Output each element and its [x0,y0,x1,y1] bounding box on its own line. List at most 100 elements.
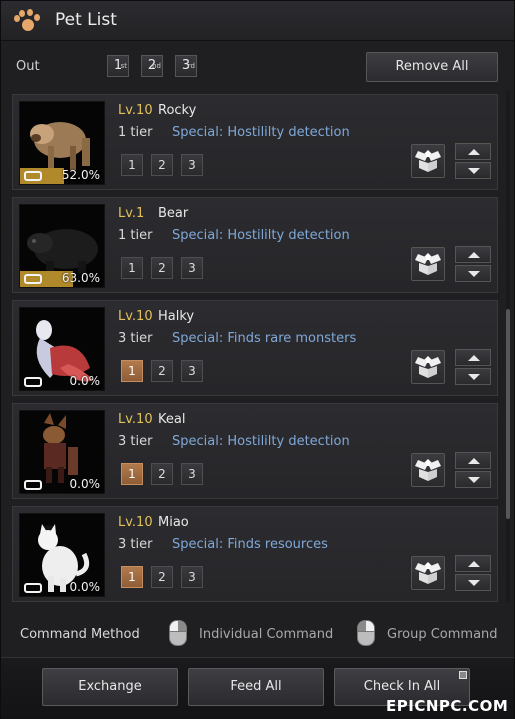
food-bowl-icon [24,274,42,284]
assign-slot-1-button[interactable]: 1 [121,257,143,279]
arrow-up-icon [468,149,480,155]
arrow-down-icon [468,580,480,586]
out-slot-2-button[interactable]: 2nd [141,55,163,77]
assign-slot-2-button[interactable]: 2 [151,154,173,176]
open-box-icon [415,150,441,172]
release-box-button[interactable] [411,247,445,281]
food-percent: 0.0% [69,580,101,594]
food-percent: 0.0% [69,477,101,491]
open-box-icon [415,356,441,378]
assign-slot-2-button[interactable]: 2 [151,463,173,485]
assign-slot-2-button[interactable]: 2 [151,360,173,382]
pet-name: Miao [158,515,189,530]
assign-slot-2-button[interactable]: 2 [151,566,173,588]
open-box-icon [415,562,441,584]
pet-card[interactable]: 52.0% Lv.10 Rocky 1 tier Special: Hostililty… [12,94,498,190]
pet-list: 52.0% Lv.10 Rocky 1 tier Special: Hostililty… [12,91,508,603]
move-down-button[interactable] [455,574,491,591]
food-bowl-icon [24,377,42,387]
out-label: Out [16,59,40,74]
pet-special: Special: Hostililty detection [172,228,350,243]
pet-tier: 1 tier [118,125,153,140]
arrow-up-icon [468,355,480,361]
release-box-button[interactable] [411,350,445,384]
release-box-button[interactable] [411,556,445,590]
arrow-down-icon [468,271,480,277]
left-mouse-icon [169,620,187,646]
pet-name: Rocky [158,103,197,118]
pet-portrait: 52.0% [19,101,105,185]
pet-level: Lv.10 [118,103,153,118]
pet-special: Special: Finds resources [172,537,328,552]
assign-slot-1-button[interactable]: 1 [121,360,143,382]
individual-command-option[interactable]: Individual Command [199,627,333,642]
assign-slot-3-button[interactable]: 3 [181,360,203,382]
move-up-button[interactable] [455,349,491,366]
pet-level: Lv.10 [118,515,153,530]
watermark: EPICNPC.COM [386,697,509,715]
move-up-button[interactable] [455,555,491,572]
food-percent: 0.0% [69,374,101,388]
out-slot-1-button[interactable]: 1st [107,55,129,77]
release-box-button[interactable] [411,453,445,487]
exchange-button[interactable]: Exchange [42,668,178,706]
pet-tier: 3 tier [118,537,153,552]
move-down-button[interactable] [455,162,491,179]
scrollbar[interactable] [506,91,510,603]
pet-special: Special: Finds rare monsters [172,331,357,346]
assign-slot-2-button[interactable]: 2 [151,257,173,279]
window-title: Pet List [55,10,117,30]
scroll-thumb[interactable] [506,309,510,519]
pet-level: Lv.10 [118,412,153,427]
open-box-icon [415,253,441,275]
arrow-down-icon [468,374,480,380]
food-bowl-icon [24,583,42,593]
pet-level: Lv.1 [118,206,145,221]
pet-special: Special: Hostililty detection [172,125,350,140]
assign-slot-1-button[interactable]: 1 [121,154,143,176]
assign-slot-3-button[interactable]: 3 [181,154,203,176]
arrow-up-icon [468,561,480,567]
pet-card[interactable]: 0.0% Lv.10 Miao 3 tier Special: Finds resour… [12,506,498,602]
popout-icon [459,671,467,679]
pet-special: Special: Hostililty detection [172,434,350,449]
pet-card[interactable]: 63.0% Lv.1 Bear 1 tier Special: Hostililty d… [12,197,498,293]
paw-icon [13,9,41,33]
move-down-button[interactable] [455,265,491,282]
move-down-button[interactable] [455,368,491,385]
assign-slot-3-button[interactable]: 3 [181,566,203,588]
remove-all-button[interactable]: Remove All [366,52,498,82]
command-method-label: Command Method [20,627,140,642]
group-command-option[interactable]: Group Command [387,627,498,642]
open-box-icon [415,459,441,481]
title-bar[interactable]: Pet List [1,1,514,41]
pet-name: Halky [158,309,195,324]
assign-slot-3-button[interactable]: 3 [181,463,203,485]
arrow-up-icon [468,252,480,258]
assign-slot-1-button[interactable]: 1 [121,566,143,588]
feed-all-button[interactable]: Feed All [188,668,324,706]
assign-slot-1-button[interactable]: 1 [121,463,143,485]
arrow-down-icon [468,477,480,483]
pet-card[interactable]: 0.0% Lv.10 Keal 3 tier Special: Hostililty d… [12,403,498,499]
move-up-button[interactable] [455,246,491,263]
pet-portrait: 0.0% [19,410,105,494]
move-up-button[interactable] [455,143,491,160]
pet-name: Keal [158,412,186,427]
pet-card[interactable]: 0.0% Lv.10 Halky 3 tier Special: Finds rare … [12,300,498,396]
pet-portrait: 63.0% [19,204,105,288]
food-bowl-icon [24,171,42,181]
move-down-button[interactable] [455,471,491,488]
assign-slot-3-button[interactable]: 3 [181,257,203,279]
pet-portrait: 0.0% [19,513,105,597]
move-up-button[interactable] [455,452,491,469]
pet-tier: 1 tier [118,228,153,243]
right-mouse-icon [357,620,375,646]
out-slot-3-button[interactable]: 3rd [175,55,197,77]
pet-tier: 3 tier [118,434,153,449]
pet-level: Lv.10 [118,309,153,324]
release-box-button[interactable] [411,144,445,178]
food-percent: 63.0% [61,271,100,285]
pet-portrait: 0.0% [19,307,105,391]
food-bowl-icon [24,480,42,490]
